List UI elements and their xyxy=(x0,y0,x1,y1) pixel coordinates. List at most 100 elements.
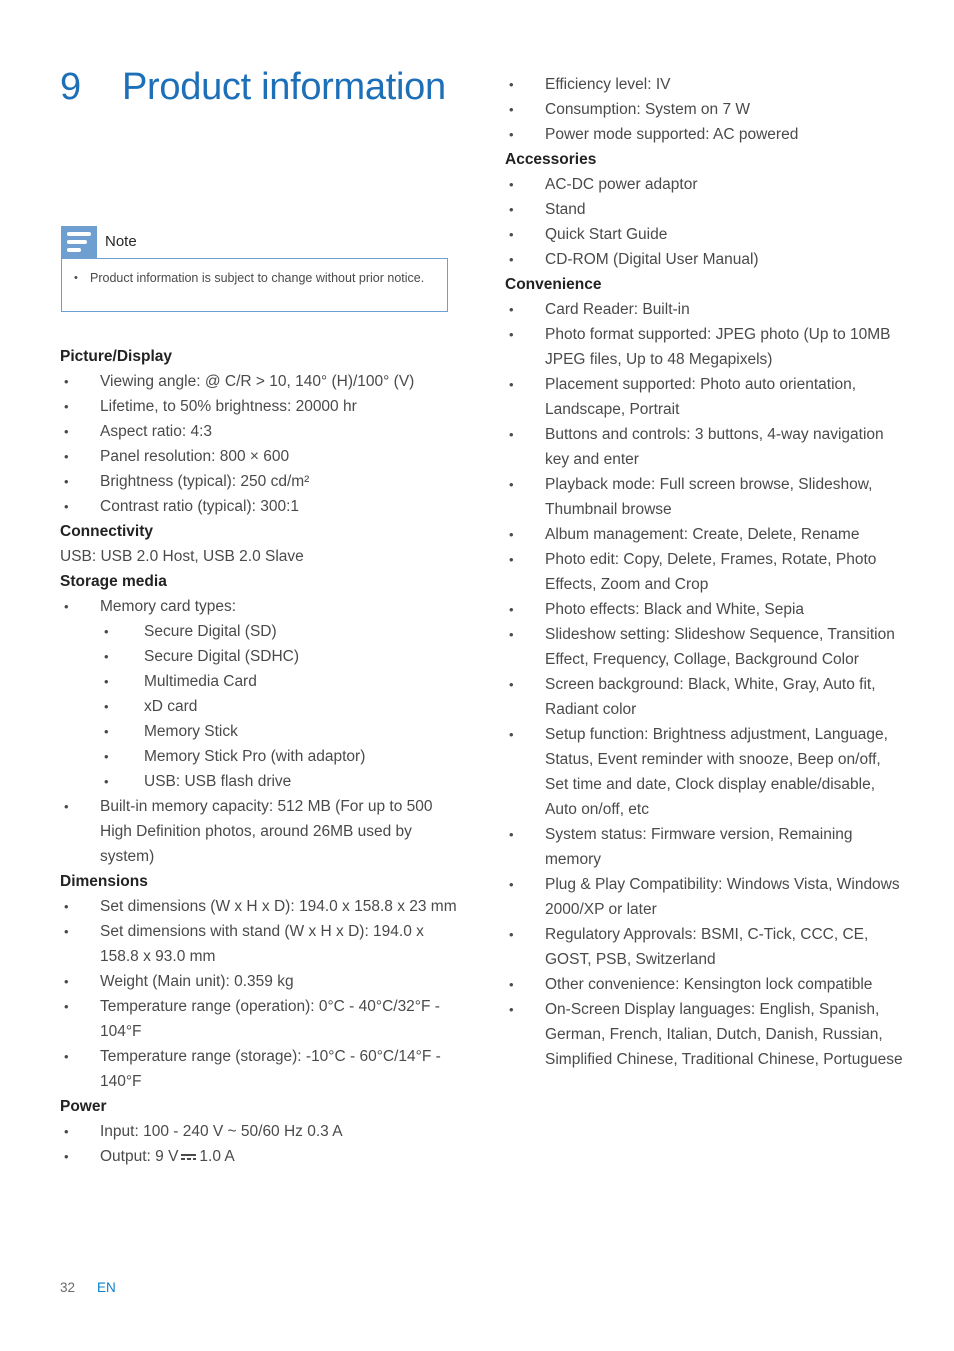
list-item-text: System status: Firmware version, Remaini… xyxy=(545,826,853,868)
list-item: • Consumption: System on 7 W xyxy=(505,97,905,122)
list-item-text: Multimedia Card xyxy=(144,673,257,690)
bullet-icon: • xyxy=(509,977,514,992)
list-item: • Slideshow setting: Slideshow Sequence, … xyxy=(505,622,905,672)
list-item-text: Slideshow setting: Slideshow Sequence, T… xyxy=(545,626,895,668)
list-item-text: Consumption: System on 7 W xyxy=(545,101,751,118)
section-heading-storage-media: Storage media xyxy=(60,573,167,590)
list-item: • Secure Digital (SDHC) xyxy=(60,644,460,669)
note-label: Note xyxy=(105,233,137,250)
bullet-icon: • xyxy=(509,827,514,842)
list-item-text: Viewing angle: @ C/R > 10, 140° (H)/100°… xyxy=(100,373,415,390)
list-item-text: USB: USB flash drive xyxy=(144,773,292,790)
bullet-icon: • xyxy=(74,272,78,284)
list-item: • Power mode supported: AC powered xyxy=(505,122,905,147)
list-item-text: CD-ROM (Digital User Manual) xyxy=(545,251,759,268)
bullet-icon: • xyxy=(509,552,514,567)
list-item: • Panel resolution: 800 × 600 xyxy=(60,444,460,469)
chapter-number: 9 xyxy=(60,66,82,108)
list-item: • Plug & Play Compatibility: Windows Vist… xyxy=(505,872,905,922)
list-item: • Memory Stick xyxy=(60,719,460,744)
list-item: • Temperature range (operation): 0°C - 40… xyxy=(60,994,460,1044)
connectivity-value: USB: USB 2.0 Host, USB 2.0 Slave xyxy=(60,548,304,565)
bullet-icon: • xyxy=(64,499,69,514)
bullet-icon: • xyxy=(509,727,514,742)
list-item-text: Stand xyxy=(545,201,586,218)
list-item-text: Photo format supported: JPEG photo (Up t… xyxy=(545,326,891,368)
list-item: • Set dimensions with stand (W x H x D): … xyxy=(60,919,460,969)
power-output-suffix: 1.0 A xyxy=(199,1148,235,1165)
chapter-title: Product information xyxy=(122,66,446,108)
bullet-icon: • xyxy=(64,449,69,464)
bullet-icon: • xyxy=(509,377,514,392)
list-item: • Quick Start Guide xyxy=(505,222,905,247)
list-item: • Card Reader: Built-in xyxy=(505,297,905,322)
list-item-text: Set dimensions with stand (W x H x D): 1… xyxy=(100,923,424,965)
list-item-text: Regulatory Approvals: BSMI, C-Tick, CCC,… xyxy=(545,926,869,968)
list-convenience: • Card Reader: Built-in • Photo format sup… xyxy=(505,297,905,1072)
document-page: 9 Product information Note • Product inf… xyxy=(0,0,954,1351)
list-item-text: Contrast ratio (typical): 300:1 xyxy=(100,498,300,515)
list-item-text: Photo edit: Copy, Delete, Frames, Rotate… xyxy=(545,551,877,593)
list-item: • Photo effects: Black and White, Sepia xyxy=(505,597,905,622)
list-item: • Secure Digital (SD) xyxy=(60,619,460,644)
list-item: • Regulatory Approvals: BSMI, C-Tick, CCC… xyxy=(505,922,905,972)
bullet-icon: • xyxy=(64,399,69,414)
list-item-text: xD card xyxy=(144,698,198,715)
chapter-heading: 9 Product information xyxy=(60,62,460,112)
list-item-text: Setup function: Brightness adjustment, L… xyxy=(545,726,888,818)
list-item-text: Power mode supported: AC powered xyxy=(545,126,799,143)
list-item: • Memory Stick Pro (with adaptor) xyxy=(60,744,460,769)
list-item: • Memory card types: xyxy=(60,594,460,619)
bullet-icon: • xyxy=(64,424,69,439)
list-item: • Contrast ratio (typical): 300:1 xyxy=(60,494,460,519)
list-item-text: Set dimensions (W x H x D): 194.0 x 158.… xyxy=(100,898,457,915)
list-item-text: Buttons and controls: 3 buttons, 4-way n… xyxy=(545,426,884,468)
bullet-icon: • xyxy=(64,999,69,1014)
bullet-icon: • xyxy=(509,627,514,642)
bullet-icon: • xyxy=(64,374,69,389)
left-column: Picture/Display • Viewing angle: @ C/R > … xyxy=(60,344,460,1169)
bullet-icon: • xyxy=(509,102,514,117)
right-column: • Efficiency level: IV • Consumption: Syst… xyxy=(505,72,905,1072)
bullet-icon: • xyxy=(64,474,69,489)
bullet-icon: • xyxy=(509,527,514,542)
list-item: • Viewing angle: @ C/R > 10, 140° (H)/100… xyxy=(60,369,460,394)
bullet-icon: • xyxy=(64,1149,69,1164)
list-item: • System status: Firmware version, Remain… xyxy=(505,822,905,872)
bullet-icon: • xyxy=(509,127,514,142)
bullet-icon: • xyxy=(64,924,69,939)
list-item-text: Card Reader: Built-in xyxy=(545,301,690,318)
bullet-icon: • xyxy=(509,302,514,317)
list-item: • CD-ROM (Digital User Manual) xyxy=(505,247,905,272)
section-heading-picture-display: Picture/Display xyxy=(60,348,172,365)
note-callout: Note • Product information is subject to… xyxy=(61,226,448,312)
list-dimensions: • Set dimensions (W x H x D): 194.0 x 158… xyxy=(60,894,460,1094)
section-heading-connectivity: Connectivity xyxy=(60,523,154,540)
list-item: • Other convenience: Kensington lock comp… xyxy=(505,972,905,997)
list-item-text: Aspect ratio: 4:3 xyxy=(100,423,213,440)
list-item: • Screen background: Black, White, Gray, … xyxy=(505,672,905,722)
bullet-icon: • xyxy=(64,899,69,914)
note-lines-icon xyxy=(61,226,97,258)
list-item-power-output: • Output: 9 V 1.0 A xyxy=(60,1144,460,1169)
list-item-text: AC-DC power adaptor xyxy=(545,176,698,193)
bullet-icon: • xyxy=(104,649,109,664)
list-item-text: Panel resolution: 800 × 600 xyxy=(100,448,290,465)
list-item: • USB: USB flash drive xyxy=(60,769,460,794)
bullet-icon: • xyxy=(64,799,69,814)
bullet-icon: • xyxy=(64,599,69,614)
bullet-icon: • xyxy=(104,774,109,789)
section-heading-power: Power xyxy=(60,1098,107,1115)
bullet-icon: • xyxy=(104,699,109,714)
list-item-text: Quick Start Guide xyxy=(545,226,668,243)
list-storage-media: • Memory card types: xyxy=(60,594,460,619)
list-item: • Stand xyxy=(505,197,905,222)
list-item-text: Playback mode: Full screen browse, Slide… xyxy=(545,476,873,518)
bullet-icon: • xyxy=(104,749,109,764)
list-picture-display: • Viewing angle: @ C/R > 10, 140° (H)/100… xyxy=(60,369,460,519)
bullet-icon: • xyxy=(509,1002,514,1017)
page-number: 32 xyxy=(60,1280,76,1295)
list-item: • Placement supported: Photo auto orienta… xyxy=(505,372,905,422)
list-item-text: Memory Stick xyxy=(144,723,238,740)
list-item-text: Brightness (typical): 250 cd/m² xyxy=(100,473,310,490)
